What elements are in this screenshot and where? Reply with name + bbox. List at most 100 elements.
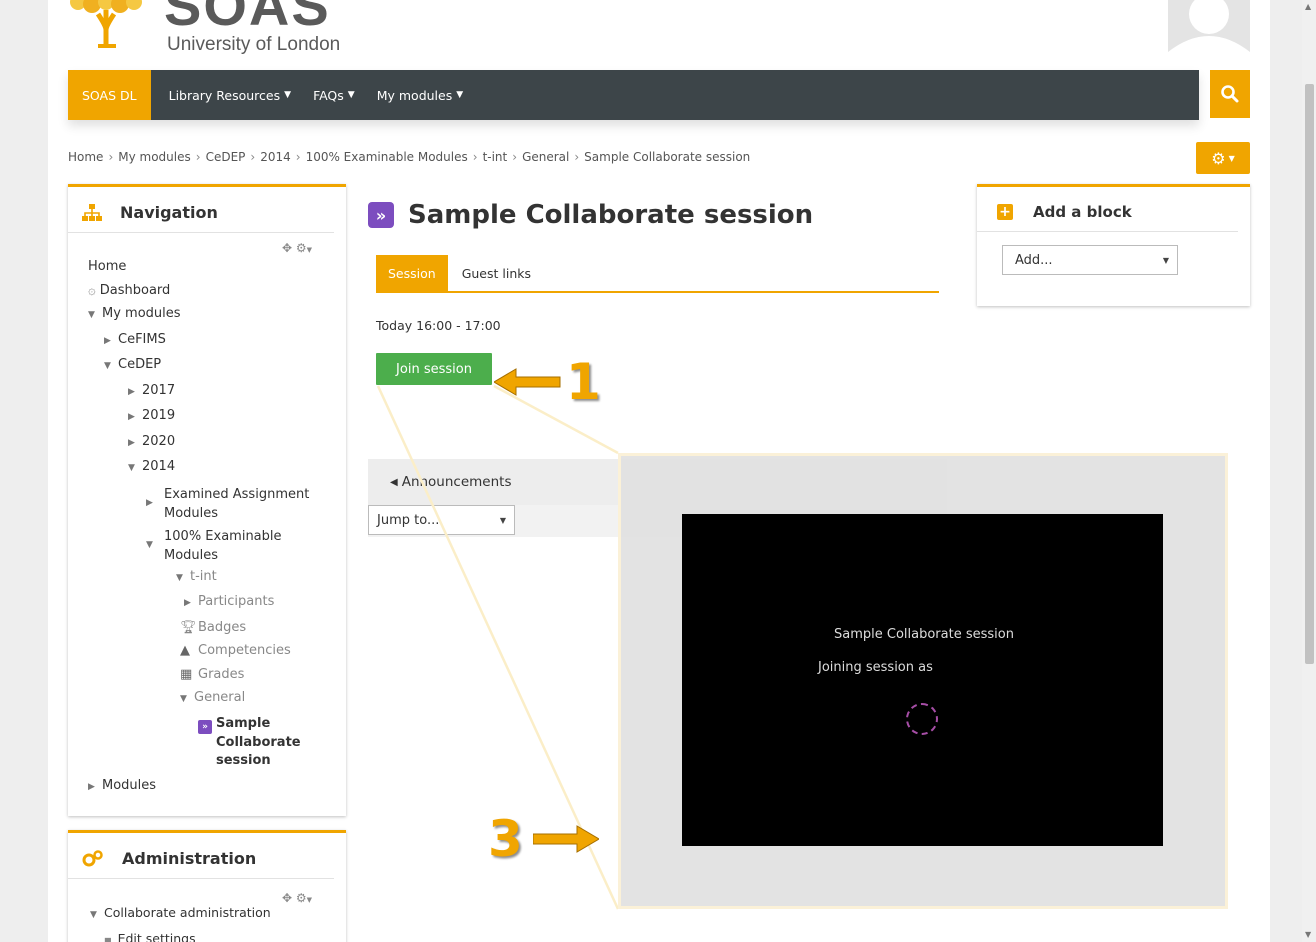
add-block-select[interactable]: Add... ▼ (1002, 245, 1178, 275)
annotation-3-number: 3 (488, 810, 523, 868)
nav-2014[interactable]: ▼ 2014 (88, 455, 309, 481)
session-tabs: Session Guest links (376, 255, 939, 293)
nav-modules-label: Modules (102, 777, 157, 793)
nav-examined-assignment[interactable]: ▶ Examined Assignment Modules (88, 481, 309, 523)
bullet-icon: ■ (104, 936, 112, 942)
arrow-left-icon (494, 368, 561, 396)
nav-badges[interactable]: 🏆︎Badges (88, 616, 309, 640)
nav-current-session[interactable]: » Sample Collaborate session (88, 712, 309, 770)
jump-to-select[interactable]: Jump to... ▼ (368, 505, 515, 535)
nav-t-int[interactable]: ▼ t-int (88, 565, 309, 591)
video-joining-text: Joining session as (818, 660, 933, 675)
nav-grades[interactable]: ▦ Grades (88, 663, 309, 687)
grades-table-icon: ▦ (180, 666, 193, 682)
expanded-triangle-icon: ▼ (180, 694, 187, 704)
join-session-button[interactable]: Join session (376, 353, 492, 385)
nav-examined-line-1: Examined Assignment (164, 486, 310, 502)
scroll-down-icon[interactable]: ▼ (1305, 930, 1311, 940)
user-avatar[interactable] (1168, 0, 1250, 52)
arrow-right-icon (532, 825, 599, 853)
admin-collaborate[interactable]: ▼ Collaborate administration (90, 901, 271, 927)
admin-collaborate-label: Collaborate administration (104, 905, 271, 920)
nav-100-examinable[interactable]: ▼ 100% Examinable Modules (88, 523, 309, 565)
annotation-1: 1 (494, 357, 601, 407)
nav-current-line-2: Collaborate (216, 734, 301, 750)
admin-edit-settings[interactable]: ■ Edit settings (90, 927, 271, 942)
expanded-triangle-icon: ▼ (104, 361, 111, 371)
search-button[interactable] (1210, 70, 1250, 118)
select-arrow-icon: ▼ (499, 515, 506, 525)
nav-2017[interactable]: ▶ 2017 (88, 379, 309, 405)
nav-cefims-label: CeFIMS (118, 331, 166, 347)
breadcrumb-2014[interactable]: 2014 (260, 150, 291, 164)
caret-down-icon: ▼ (456, 90, 464, 100)
nav-2017-label: 2017 (142, 382, 176, 398)
nav-home[interactable]: Home (88, 255, 309, 279)
collaborate-video-panel: Sample Collaborate session Joining sessi… (682, 514, 1163, 846)
user-silhouette-icon (1168, 0, 1250, 52)
nav-participants[interactable]: ▶ Participants (88, 590, 309, 616)
nav-my-modules[interactable]: My modules ▼ (373, 70, 481, 120)
dashboard-icon: ۞ (88, 282, 96, 298)
collapsed-triangle-icon: ▶ (128, 412, 135, 422)
nav-faqs[interactable]: FAQs ▼ (309, 70, 373, 120)
nav-2019[interactable]: ▶ 2019 (88, 404, 309, 430)
gear-icon[interactable]: ⚙ (296, 241, 307, 255)
breadcrumb-separator: › (574, 150, 580, 164)
nav-cedep[interactable]: ▼ CeDEP (88, 353, 309, 379)
logo-subtitle: University of London (167, 34, 341, 55)
move-icon[interactable]: ✥ (282, 241, 292, 255)
nav-competencies[interactable]: ▲ Competencies (88, 639, 309, 663)
breadcrumb-home[interactable]: Home (68, 150, 103, 164)
tab-guest-links[interactable]: Guest links (448, 255, 543, 291)
soas-tree-logo-icon (70, 0, 142, 48)
breadcrumb-cedep[interactable]: CeDEP (206, 150, 246, 164)
plus-square-icon: + (997, 204, 1013, 220)
session-time: Today 16:00 - 17:00 (376, 318, 501, 333)
select-arrow-icon: ▼ (1162, 255, 1169, 265)
nav-2020[interactable]: ▶ 2020 (88, 430, 309, 456)
settings-menu-button[interactable]: ⚙ ▼ (1196, 142, 1250, 174)
expanded-triangle-icon: ▼ (128, 463, 135, 473)
nav-general[interactable]: ▼ General (88, 686, 309, 712)
block-controls[interactable]: ✥ ⚙▼ (282, 891, 312, 905)
jump-to-value: Jump to... (377, 512, 440, 528)
breadcrumb-separator: › (472, 150, 478, 164)
nav-examinable-line-1: 100% Examinable (164, 528, 282, 544)
page-scrollbar[interactable]: ▲ ▼ (1302, 0, 1316, 942)
breadcrumb-100-examinable[interactable]: 100% Examinable Modules (306, 150, 468, 164)
caret-down-icon: ▼ (1228, 153, 1235, 163)
nav-my-modules-node[interactable]: ▼ My modules (88, 302, 309, 328)
caret-down-icon: ▼ (347, 90, 355, 100)
nav-cefims[interactable]: ▶ CeFIMS (88, 328, 309, 354)
annotation-1-number: 1 (566, 353, 601, 411)
nav-examined-line-2: Modules (164, 505, 219, 521)
nav-dashboard[interactable]: ۞ Dashboard (88, 279, 309, 303)
collapsed-triangle-icon: ▶ (146, 497, 153, 508)
tab-session[interactable]: Session (376, 255, 448, 291)
breadcrumb-my-modules[interactable]: My modules (118, 150, 191, 164)
breadcrumb-separator: › (295, 150, 301, 164)
breadcrumb-current[interactable]: Sample Collaborate session (584, 150, 750, 164)
nav-t-int-label: t-int (190, 568, 217, 584)
annotation-3: 3 (488, 814, 599, 864)
collapsed-triangle-icon: ▶ (184, 598, 191, 608)
nav-my-modules-label: My modules (376, 87, 453, 103)
move-icon[interactable]: ✥ (282, 891, 292, 905)
navigation-block: Navigation ✥ ⚙▼ Home ۞ Dashboard ▼ My mod… (68, 184, 346, 816)
breadcrumb-separator: › (108, 150, 114, 164)
nav-examinable-line-2: Modules (164, 547, 219, 563)
collaborate-icon: » (368, 202, 394, 228)
gear-icon[interactable]: ⚙ (296, 891, 307, 905)
nav-brand-soas-dl[interactable]: SOAS DL (68, 70, 151, 120)
breadcrumb-general[interactable]: General (522, 150, 569, 164)
breadcrumb-t-int[interactable]: t-int (483, 150, 508, 164)
scroll-up-icon[interactable]: ▲ (1305, 2, 1311, 12)
nav-dashboard-label: Dashboard (99, 282, 171, 298)
nav-library-resources[interactable]: Library Resources ▼ (151, 70, 309, 120)
scrollbar-thumb[interactable] (1305, 84, 1314, 664)
nav-modules[interactable]: ▶ Modules (88, 774, 309, 800)
nav-general-label: General (194, 690, 246, 705)
block-controls[interactable]: ✥ ⚙▼ (282, 241, 312, 255)
add-block-title: Add a block (1033, 203, 1132, 221)
